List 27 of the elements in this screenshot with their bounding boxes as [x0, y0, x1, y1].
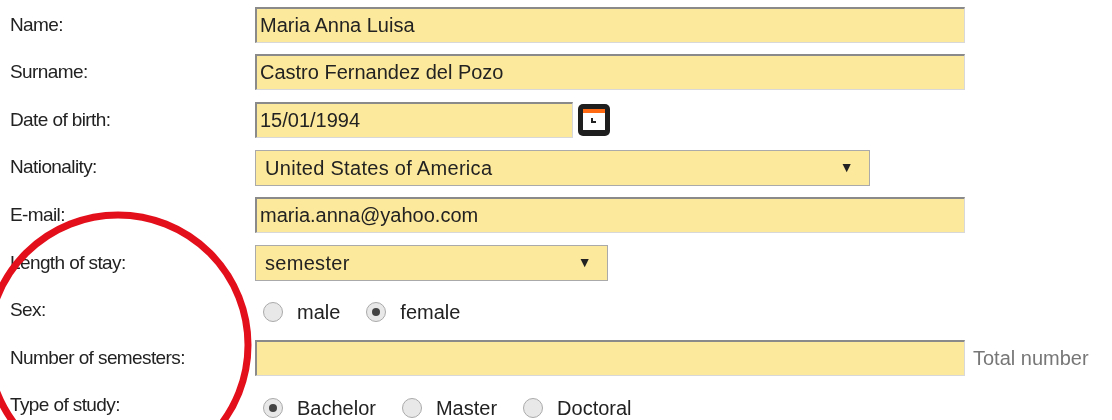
text-field[interactable]: Maria Anna Luisa [255, 6, 965, 43]
field-label: E-mail: [9, 202, 66, 227]
radio-button[interactable] [366, 302, 387, 323]
hint-text: Total number [973, 345, 1089, 371]
field-label: Nationality: [9, 155, 98, 180]
field-label: Date of birth: [9, 107, 112, 132]
radio-option[interactable]: Bachelor [263, 392, 376, 420]
radio-button[interactable] [263, 302, 283, 323]
dropdown[interactable]: United States of America ▼ [255, 149, 870, 186]
field-label: Number of semesters: [9, 345, 186, 370]
radio-button[interactable] [401, 397, 422, 418]
radio-button[interactable] [263, 397, 283, 418]
text-field[interactable]: Castro Fernandez del Pozo [255, 54, 965, 91]
field-label: Surname: [9, 60, 89, 85]
radio-option[interactable]: male [263, 297, 341, 328]
text-field[interactable] [255, 339, 965, 376]
radio-option[interactable]: female [366, 297, 461, 328]
field-label: Type of study: [9, 393, 121, 418]
field-label: Name: [9, 12, 64, 37]
radio-button[interactable] [523, 397, 544, 418]
field-label: Sex: [9, 298, 47, 323]
text-field[interactable]: maria.anna@yahoo.com [255, 197, 965, 234]
date-field[interactable]: 15/01/1994 [255, 102, 573, 138]
radio-option[interactable]: Master [401, 392, 498, 420]
radio-option[interactable]: Doctoral [523, 392, 632, 420]
dropdown[interactable]: semester ▼ [255, 244, 608, 281]
calendar-icon[interactable] [577, 103, 611, 137]
